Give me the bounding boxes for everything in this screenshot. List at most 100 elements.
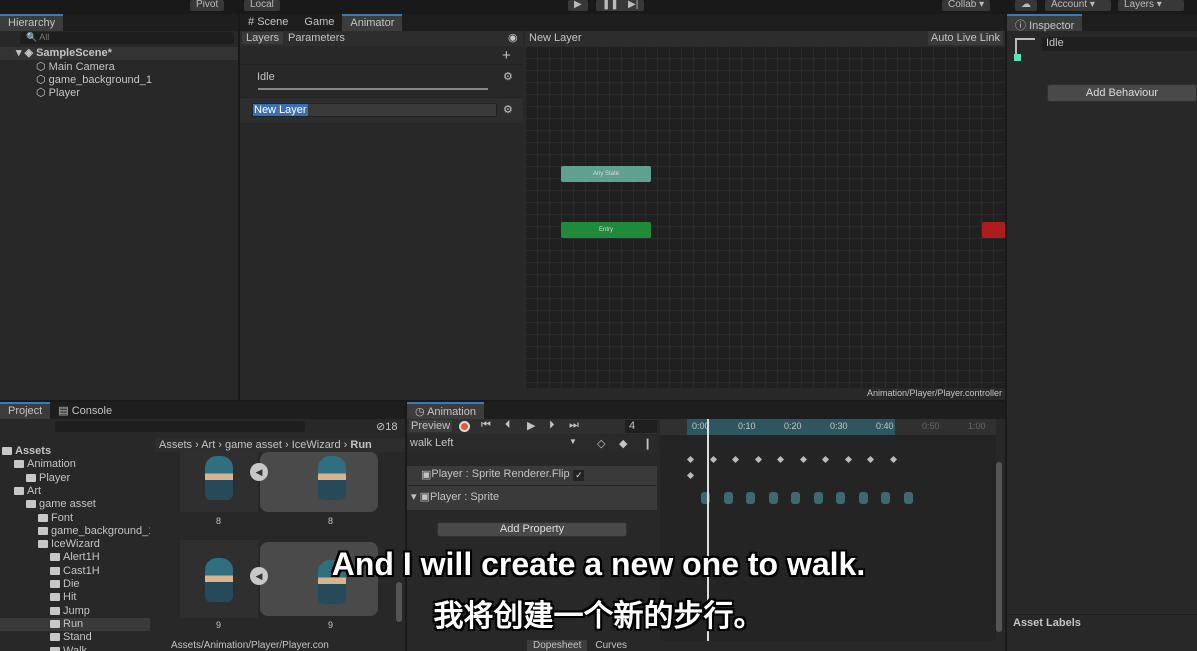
summary-keyframe[interactable] [821,455,830,464]
breadcrumb-item[interactable]: IceWizard [292,439,341,451]
timeline-ruler[interactable]: 0:00 0:10 0:20 0:30 0:40 0:50 1:00 [660,419,996,435]
folder-item[interactable]: Walk [0,645,150,651]
folder-item[interactable]: Player [0,472,150,485]
tab-layers[interactable]: Layers [242,32,284,44]
tab-animation[interactable]: ◷ Animation [407,402,484,419]
asset-label: 8 [328,516,334,526]
breadcrumb-item[interactable]: Run [350,439,371,451]
folder-icon [2,447,12,455]
summary-keyframe[interactable] [776,455,785,464]
breadcrumb-item[interactable]: game asset [225,439,282,451]
tab-inspector[interactable]: ⓘ Inspector [1007,14,1083,32]
folder-icon [38,526,48,535]
hierarchy-item[interactable]: ⬡ Main Camera [0,61,238,74]
collab-button[interactable]: Collab ▾ [942,0,991,11]
folder-item[interactable]: game_background_1 [0,525,150,538]
breadcrumb-item[interactable]: Assets [159,439,192,451]
add-event-icon[interactable]: ◆ [619,437,627,450]
account-button[interactable]: Account ▾ [1045,0,1111,11]
state-name-input[interactable]: Idle [1042,37,1197,51]
add-keyframe-icon[interactable]: ◇ [597,437,605,450]
first-frame-button[interactable]: ⏮ [481,419,491,432]
step-button[interactable]: ▶| [622,0,645,11]
add-marker-icon[interactable]: ❙ [643,437,652,450]
folder-item[interactable]: Assets [0,445,150,458]
flip-keyframe[interactable] [686,471,695,480]
add-behaviour-button[interactable]: Add Behaviour [1047,84,1197,102]
state-graph[interactable]: Any State Entry [525,46,1005,388]
tab-project[interactable]: Project [0,402,51,419]
hierarchy-item[interactable]: ⬡ game_background_1 [0,74,238,87]
tab-console[interactable]: ▤ Console [50,402,120,419]
gear-icon[interactable]: ⚙ [503,70,513,83]
tab-parameters[interactable]: Parameters [288,32,345,44]
layer-item-new-layer[interactable]: New Layer ⚙ [240,97,523,123]
tab-scene[interactable]: # Scene [240,14,296,31]
next-frame-button[interactable]: ⏵ [549,419,555,432]
tab-animator[interactable]: Animator [342,14,403,31]
tab-hierarchy[interactable]: Hierarchy [0,14,64,31]
asset-thumbnail[interactable] [180,452,258,512]
auto-live-link-button[interactable]: Auto Live Link [927,31,1003,45]
folder-item[interactable]: Animation [0,458,150,471]
play-icon[interactable]: ◀ [250,463,268,481]
sprite-keyframe[interactable] [858,492,868,504]
tab-game[interactable]: Game [296,14,342,31]
property-row[interactable]: ▣Player : Sprite Renderer.Flip X✓ [407,466,657,485]
sprite-keyframe[interactable] [791,492,800,504]
layer-item-idle[interactable]: Idle ⚙ [240,64,523,94]
tab-curves[interactable]: Curves [587,640,635,651]
folder-item[interactable]: Font [0,512,150,525]
hierarchy-search[interactable]: 🔍 All [20,32,234,44]
frame-input[interactable]: 4 [625,420,657,433]
sprite-keyframe[interactable] [746,492,755,504]
summary-keyframe[interactable] [889,455,897,464]
summary-keyframe[interactable] [799,455,807,464]
sprite-keyframe[interactable] [723,492,733,504]
pivot-button[interactable]: Pivot [190,0,225,11]
pause-button[interactable]: ❚❚ [596,0,625,11]
ruler-tick: 0:40 [876,421,894,431]
breadcrumb[interactable]: New Layer [529,32,582,44]
folder-item[interactable]: game asset [0,498,150,511]
summary-keyframe[interactable] [866,455,875,464]
summary-keyframe[interactable] [731,455,740,464]
preview-button[interactable]: Preview [409,420,453,432]
scene-row[interactable]: ▾ ◈ SampleScene* [0,47,238,60]
summary-keyframe[interactable] [709,455,717,464]
sprite-keyframe[interactable] [881,492,890,504]
add-property-button[interactable]: Add Property [437,522,627,537]
play-button[interactable]: ▶ [568,0,588,11]
asset-thumbnail[interactable] [260,452,378,512]
local-button[interactable]: Local [244,0,280,11]
project-search[interactable] [55,421,305,432]
sprite-keyframe[interactable] [836,492,845,504]
summary-keyframe[interactable] [844,455,852,464]
play-button[interactable]: ▶ [527,419,535,432]
breadcrumb-item[interactable]: Art [201,439,215,451]
flip-checkbox[interactable]: ✓ [573,470,585,481]
hidden-packages-count[interactable]: ⊘18 [376,420,397,433]
folder-item[interactable]: Art [0,485,150,498]
last-frame-button[interactable]: ⏭ [569,419,579,432]
hierarchy-item[interactable]: ⬡ Player [0,87,238,100]
layer-name-input[interactable]: New Layer [252,103,497,117]
tab-dopesheet[interactable]: Dopesheet [527,640,588,651]
sprite-keyframe[interactable] [768,492,778,504]
cloud-button[interactable]: ☁ [1015,0,1037,11]
state-any-state[interactable]: Any State [561,166,651,182]
eye-icon[interactable]: ◉ [508,31,518,44]
property-row[interactable]: ▾ ▣Player : Sprite [407,486,657,510]
record-button[interactable] [459,421,470,432]
sprite-keyframe[interactable] [903,492,913,504]
summary-keyframe[interactable] [754,455,762,464]
gear-icon[interactable]: ⚙ [503,103,513,116]
state-exit[interactable] [982,222,1005,238]
sprite-keyframe[interactable] [813,492,823,504]
prev-frame-button[interactable]: ⏴ [505,419,511,432]
add-layer-button[interactable]: + [502,47,511,64]
state-entry[interactable]: Entry [561,222,651,238]
clip-dropdown[interactable]: walk Left [410,437,575,449]
summary-keyframe[interactable] [686,455,695,464]
layers-button[interactable]: Layers ▾ [1118,0,1184,11]
